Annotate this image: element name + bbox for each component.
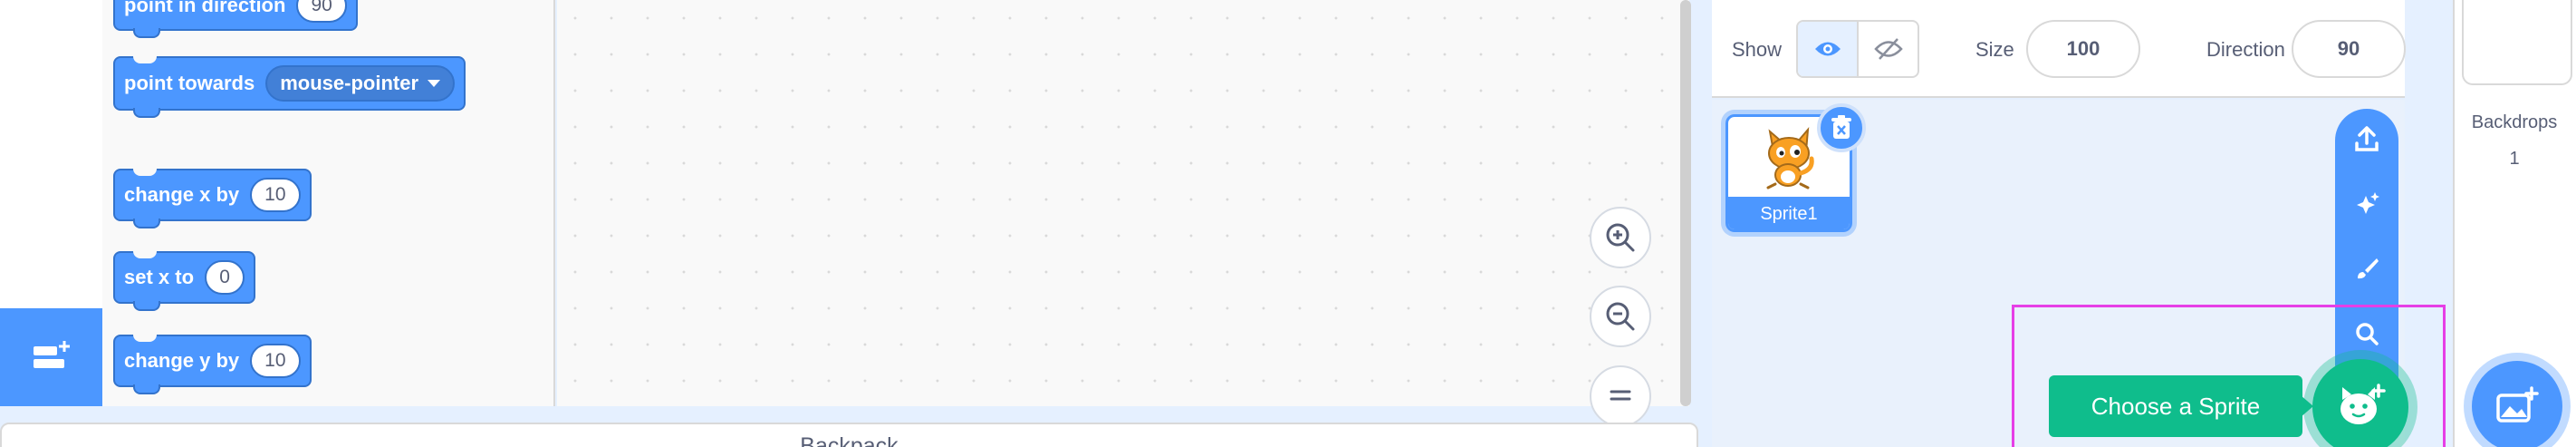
backpack-header[interactable]: Backpack [0, 423, 1698, 447]
target-dropdown[interactable]: mouse-pointer [265, 65, 456, 102]
zoom-out-button[interactable] [1590, 286, 1651, 347]
code-workspace[interactable] [557, 0, 1689, 406]
sprite-name: Sprite1 [1728, 197, 1850, 229]
blocks-palette: point in direction 90 point towards mous… [102, 0, 555, 406]
change-x-by-block[interactable]: change x by 10 [113, 169, 312, 228]
tooltip-arrow [2301, 395, 2313, 417]
workspace-scrollbar[interactable] [1680, 0, 1691, 406]
size-label: Size [1975, 38, 2014, 61]
add-sprite-cat-icon [2341, 384, 2386, 424]
block-label: change y by [124, 349, 240, 372]
choose-sprite-button[interactable] [2312, 359, 2408, 447]
backdrops-count: 1 [2509, 149, 2520, 169]
change-y-by-block[interactable]: change y by 10 [113, 335, 312, 394]
add-extension-button[interactable] [0, 308, 102, 406]
set-x-to-block[interactable]: set x to 0 [113, 251, 256, 311]
tooltip-label: Choose a Sprite [2091, 392, 2261, 420]
size-input[interactable]: 100 [2026, 20, 2140, 78]
choose-backdrop-button[interactable] [2472, 361, 2562, 447]
surprise-sprite-button[interactable] [2346, 183, 2388, 225]
backdrops-label: Backdrops [2471, 112, 2558, 132]
backpack-label: Backpack [800, 433, 899, 447]
eye-hidden-icon [1873, 38, 1903, 60]
point-towards-block[interactable]: point towards mouse-pointer [113, 56, 466, 118]
zoom-in-button[interactable] [1590, 207, 1651, 268]
hide-sprite-button[interactable] [1859, 22, 1918, 76]
zoom-reset-button[interactable] [1590, 365, 1651, 427]
delete-sprite-button[interactable] [1817, 103, 1866, 152]
show-label: Show [1732, 38, 1783, 61]
show-sprite-button[interactable] [1798, 22, 1859, 76]
block-label: point towards [124, 72, 255, 94]
visibility-toggle [1796, 20, 1919, 78]
dropdown-arrow-icon [428, 80, 441, 87]
dropdown-value: mouse-pointer [280, 72, 419, 94]
point-in-direction-block[interactable]: point in direction 90 [113, 0, 358, 38]
extension-icon [33, 341, 70, 368]
stage-thumbnail[interactable] [2462, 0, 2572, 85]
upload-icon [2355, 126, 2379, 151]
paint-sprite-button[interactable] [2346, 248, 2388, 289]
direction-input[interactable]: 90 [296, 0, 347, 23]
direction-input[interactable]: 90 [2292, 20, 2406, 78]
eye-icon [1814, 42, 1841, 56]
block-label: point in direction [124, 0, 286, 16]
paint-icon [2358, 258, 2379, 279]
y-change-input[interactable]: 10 [250, 344, 301, 378]
x-value-input[interactable]: 0 [205, 260, 245, 295]
zoom-in-icon [1606, 223, 1635, 252]
upload-sprite-button[interactable] [2346, 118, 2388, 160]
add-backdrop-icon [2496, 386, 2539, 423]
trash-icon [1831, 115, 1851, 139]
choose-sprite-tooltip: Choose a Sprite [2049, 375, 2302, 437]
zoom-out-icon [1606, 302, 1635, 331]
zoom-reset-icon [1610, 390, 1631, 401]
cat-sprite-image [1766, 127, 1814, 189]
x-change-input[interactable]: 10 [250, 178, 301, 212]
block-label: set x to [124, 266, 195, 288]
direction-label: Direction [2206, 38, 2285, 61]
surprise-icon [2357, 192, 2379, 214]
block-label: change x by [124, 183, 240, 206]
